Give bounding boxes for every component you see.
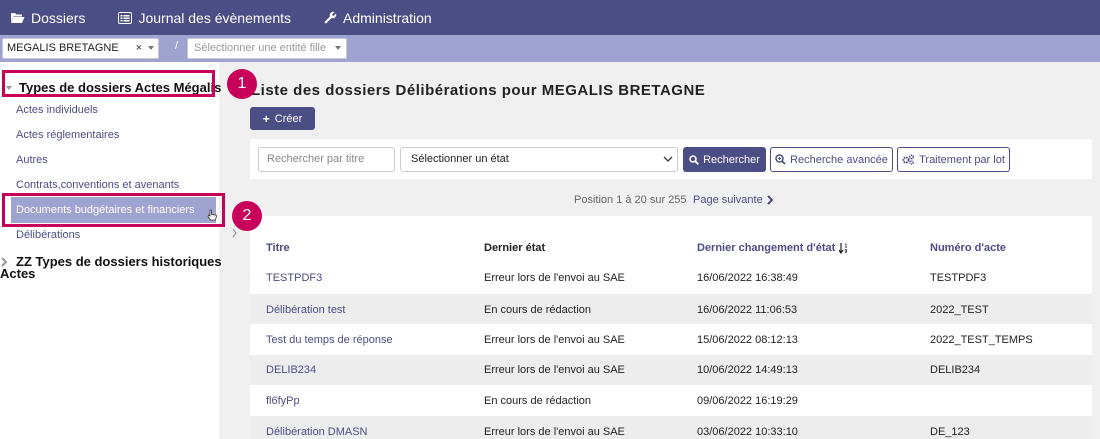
row-titre-link[interactable]: Test du temps de réponse	[266, 334, 393, 346]
search-button-label: Rechercher	[703, 153, 760, 166]
row-date: 16/06/2022 16:38:49	[697, 272, 798, 284]
folder-open-icon	[11, 12, 25, 23]
row-date: 16/06/2022 11:06:53	[697, 304, 798, 316]
row-date: 03/06/2022 10:33:10	[697, 426, 798, 438]
create-button-label: Créer	[274, 112, 303, 125]
list-alt-icon	[118, 11, 133, 24]
nav-administration[interactable]: Administration	[324, 0, 432, 35]
create-button[interactable]: + Créer	[250, 107, 315, 130]
chevron-right-icon	[767, 195, 774, 205]
row-etat: En cours de rédaction	[484, 395, 592, 407]
row-etat: En cours de rédaction	[484, 304, 592, 316]
annotation-badge-1: 1	[227, 69, 257, 99]
search-button[interactable]: Rechercher	[683, 147, 766, 172]
child-entity-select[interactable]: Sélectionner une entité fille	[187, 38, 347, 59]
column-header-etat: Dernier état	[484, 242, 546, 254]
wrench-icon	[324, 11, 337, 24]
annotation-highlight-2	[2, 193, 225, 227]
entity-bar: MEGALIS BRETAGNE ×	[0, 35, 1100, 62]
sidebar-item-actes-individuels[interactable]: Actes individuels	[16, 104, 98, 116]
batch-processing-button[interactable]: Traitement par lot	[897, 147, 1010, 172]
row-date: 09/06/2022 16:19:29	[697, 395, 798, 407]
table-row[interactable]	[250, 386, 1092, 416]
row-numero: DELIB234	[930, 364, 981, 376]
nav-dossiers[interactable]: Dossiers	[10, 0, 85, 35]
row-etat: Erreur lors de l'envoi au SAE	[484, 364, 625, 376]
top-navbar: Dossiers Journal des évènements Administ…	[0, 0, 1100, 35]
row-numero: DE_123	[930, 426, 970, 438]
sidebar-item-deliberations[interactable]: Délibérations	[16, 229, 80, 241]
row-titre-link[interactable]: DELIB234	[266, 364, 316, 376]
page-title: Liste des dossiers Délibérations pour ME…	[251, 82, 706, 99]
sidebar-resize-handle[interactable]	[232, 228, 238, 240]
search-plus-icon	[775, 154, 786, 165]
nav-dossiers-label: Dossiers	[31, 9, 86, 26]
column-header-titre[interactable]: Titre	[266, 242, 290, 254]
hand-cursor-icon	[207, 209, 217, 221]
nav-journal-label: Journal des évènements	[138, 9, 292, 26]
sidebar	[0, 62, 219, 439]
sidebar-item-actes-reglementaires[interactable]: Actes réglementaires	[16, 129, 119, 141]
row-titre-link[interactable]: Délibération DMASN	[266, 426, 367, 438]
row-numero: 2022_TEST	[930, 304, 989, 316]
sort-numeric-desc-icon: 19	[839, 242, 848, 254]
sidebar-item-contrats[interactable]: Contrats,conventions et avenants	[16, 179, 179, 191]
child-entity-placeholder: Sélectionner une entité fille	[194, 42, 327, 54]
annotation-badge-2: 2	[232, 201, 262, 231]
nav-administration-label: Administration	[343, 9, 432, 26]
sidebar-section2-line1: ZZ Types de dossiers historiques	[16, 254, 222, 269]
nav-journal[interactable]: Journal des évènements	[118, 0, 291, 35]
annotation-highlight-1	[2, 70, 215, 97]
caret-down-icon	[148, 46, 154, 50]
pager-position: Position 1 à 20 sur 255	[574, 194, 687, 206]
column-header-date-label: Dernier changement d'état	[697, 242, 836, 254]
row-etat: Erreur lors de l'envoi au SAE	[484, 334, 625, 346]
plus-icon: +	[262, 111, 270, 126]
advanced-search-button[interactable]: Recherche avancée	[770, 147, 893, 172]
row-numero: TESTPDF3	[930, 272, 987, 284]
breadcrumb-separator: /	[175, 40, 179, 52]
state-select[interactable]: Sélectionner un état	[400, 147, 678, 172]
sidebar-section2-line2: Actes	[0, 266, 36, 281]
row-date: 15/06/2022 08:12:13	[697, 334, 798, 346]
search-title-input[interactable]: Rechercher par titre	[258, 147, 395, 172]
advanced-search-label: Recherche avancée	[790, 153, 888, 166]
row-etat: Erreur lors de l'envoi au SAE	[484, 272, 625, 284]
entity-select[interactable]: MEGALIS BRETAGNE ×	[2, 38, 159, 59]
chevron-down-icon	[663, 156, 673, 163]
row-titre-link[interactable]: TESTPDF3	[266, 272, 322, 284]
next-page-label: Page suivante	[693, 194, 763, 206]
row-numero: 2022_TEST_TEMPS	[930, 334, 1033, 346]
entity-select-value: MEGALIS BRETAGNE	[7, 42, 119, 54]
next-page-link[interactable]: Page suivante	[693, 194, 774, 206]
row-etat: Erreur lors de l'envoi au SAE	[484, 426, 625, 438]
clear-icon[interactable]: ×	[136, 39, 142, 58]
column-header-numero[interactable]: Numéro d'acte	[930, 242, 1006, 254]
cogs-icon	[902, 154, 915, 165]
batch-processing-label: Traitement par lot	[919, 153, 1005, 166]
svg-text:9: 9	[845, 249, 848, 254]
search-icon	[689, 154, 699, 165]
row-titre-link[interactable]: fl6fyPp	[266, 395, 300, 407]
sidebar-item-autres[interactable]: Autres	[16, 154, 48, 166]
row-date: 10/06/2022 14:49:13	[697, 364, 798, 376]
caret-down-icon	[335, 46, 341, 50]
column-header-date[interactable]: Dernier changement d'état 19	[697, 242, 849, 254]
state-select-value: Sélectionner un état	[411, 153, 509, 165]
row-titre-link[interactable]: Délibération test	[266, 304, 346, 316]
